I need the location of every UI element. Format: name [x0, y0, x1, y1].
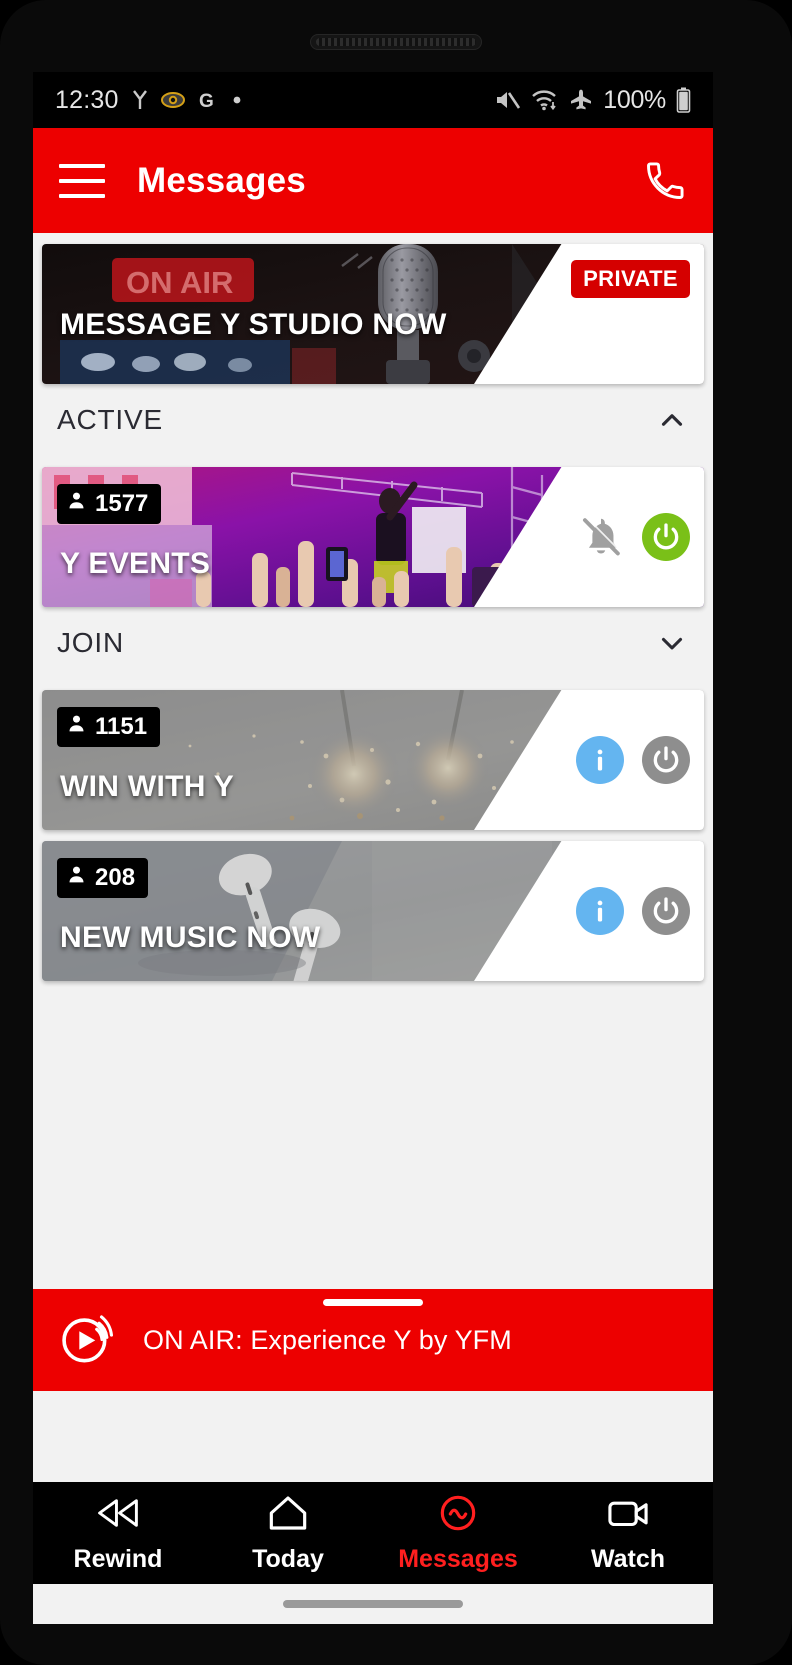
- messages-icon: [435, 1493, 481, 1538]
- messages-content: ON AIR PRIVATE MESSAGE Y STUDIO NOW ACTI…: [33, 244, 713, 1391]
- play-broadcast-icon[interactable]: [59, 1309, 117, 1372]
- person-icon: [66, 864, 87, 892]
- section-label: JOIN: [57, 627, 124, 658]
- section-header-join[interactable]: JOIN: [33, 607, 713, 679]
- status-bar-left: 12:30 G: [55, 86, 242, 115]
- nav-item-watch[interactable]: Watch: [543, 1493, 713, 1574]
- room-card-new-music-now[interactable]: 208 NEW MUSIC NOW: [42, 841, 704, 981]
- gesture-home-pill[interactable]: [283, 1600, 463, 1608]
- member-count-badge: 1151: [57, 707, 161, 747]
- phone-device: 12:30 G 100% Messages ON AIR PRIVATE MES…: [0, 0, 792, 1665]
- nav-label: Messages: [398, 1544, 518, 1573]
- member-count-badge: 208: [57, 858, 149, 898]
- member-count: 1151: [95, 713, 148, 740]
- info-icon[interactable]: [576, 736, 624, 784]
- speaker-grille: [316, 38, 476, 46]
- battery-icon: [676, 87, 691, 113]
- rewind-icon: [95, 1493, 141, 1538]
- section-header-active[interactable]: ACTIVE: [33, 384, 713, 456]
- room-title: NEW MUSIC NOW: [60, 921, 321, 954]
- now-playing-text: ON AIR: Experience Y by YFM: [143, 1324, 512, 1355]
- room-actions: [578, 467, 690, 607]
- svg-text:G: G: [199, 91, 214, 111]
- info-icon[interactable]: [576, 887, 624, 935]
- room-actions: [576, 690, 690, 830]
- power-toggle-button-inactive[interactable]: [642, 887, 690, 935]
- person-icon: [66, 713, 87, 741]
- phone-icon[interactable]: [643, 159, 687, 203]
- battery-percentage: 100%: [603, 85, 666, 114]
- status-time: 12:30: [55, 85, 119, 114]
- nav-label: Rewind: [73, 1544, 163, 1573]
- dot-icon: [232, 95, 242, 105]
- room-title: Y EVENTS: [60, 547, 211, 580]
- wifi-icon: [531, 88, 559, 112]
- status-bar-right: 100%: [494, 86, 691, 115]
- power-toggle-button-active[interactable]: [642, 513, 690, 561]
- power-toggle-button-inactive[interactable]: [642, 736, 690, 784]
- nav-label: Watch: [590, 1544, 666, 1573]
- promo-card-message-studio[interactable]: ON AIR PRIVATE MESSAGE Y STUDIO NOW: [42, 244, 704, 384]
- svg-text:ON AIR: ON AIR: [126, 265, 233, 300]
- member-count: 1577: [95, 490, 149, 517]
- now-playing-bar[interactable]: ON AIR: Experience Y by YFM: [33, 1289, 713, 1391]
- status-badge-private: PRIVATE: [571, 260, 690, 298]
- room-card-win-with-y[interactable]: 1151 WIN WITH Y: [42, 690, 704, 830]
- nav-label: Today: [252, 1544, 324, 1573]
- member-count: 208: [95, 864, 136, 891]
- section-label: ACTIVE: [57, 404, 163, 435]
- player-drag-handle[interactable]: [323, 1299, 423, 1306]
- chevron-up-icon[interactable]: [655, 403, 689, 437]
- hamburger-menu-icon[interactable]: [59, 163, 105, 198]
- system-gesture-area: [33, 1584, 713, 1624]
- video-camera-icon: [605, 1493, 651, 1538]
- home-icon: [265, 1493, 311, 1538]
- y-logo-icon: [132, 89, 148, 111]
- chevron-down-icon[interactable]: [655, 626, 689, 660]
- eye-icon: [160, 90, 185, 110]
- app-bar: Messages: [33, 128, 713, 233]
- nav-item-messages[interactable]: Messages: [373, 1493, 543, 1574]
- page-title: Messages: [137, 160, 306, 200]
- promo-card-title: MESSAGE Y STUDIO NOW: [60, 308, 447, 341]
- status-bar: 12:30 G 100%: [33, 72, 713, 128]
- google-g-icon: G: [198, 90, 219, 111]
- room-card-y-events[interactable]: 1577 Y EVENTS: [42, 467, 704, 607]
- room-title: WIN WITH Y: [60, 770, 235, 803]
- phone-screen: 12:30 G 100% Messages ON AIR PRIVATE MES…: [33, 72, 713, 1482]
- bell-off-icon[interactable]: [578, 514, 624, 560]
- room-actions: [576, 841, 690, 981]
- nav-item-today[interactable]: Today: [203, 1493, 373, 1574]
- bottom-navigation-bar: Rewind Today Messages Watch: [33, 1482, 713, 1584]
- nav-item-rewind[interactable]: Rewind: [33, 1493, 203, 1574]
- airplane-mode-icon: [569, 88, 593, 112]
- member-count-badge: 1577: [57, 484, 162, 524]
- person-icon: [66, 490, 87, 518]
- mute-icon: [494, 88, 521, 112]
